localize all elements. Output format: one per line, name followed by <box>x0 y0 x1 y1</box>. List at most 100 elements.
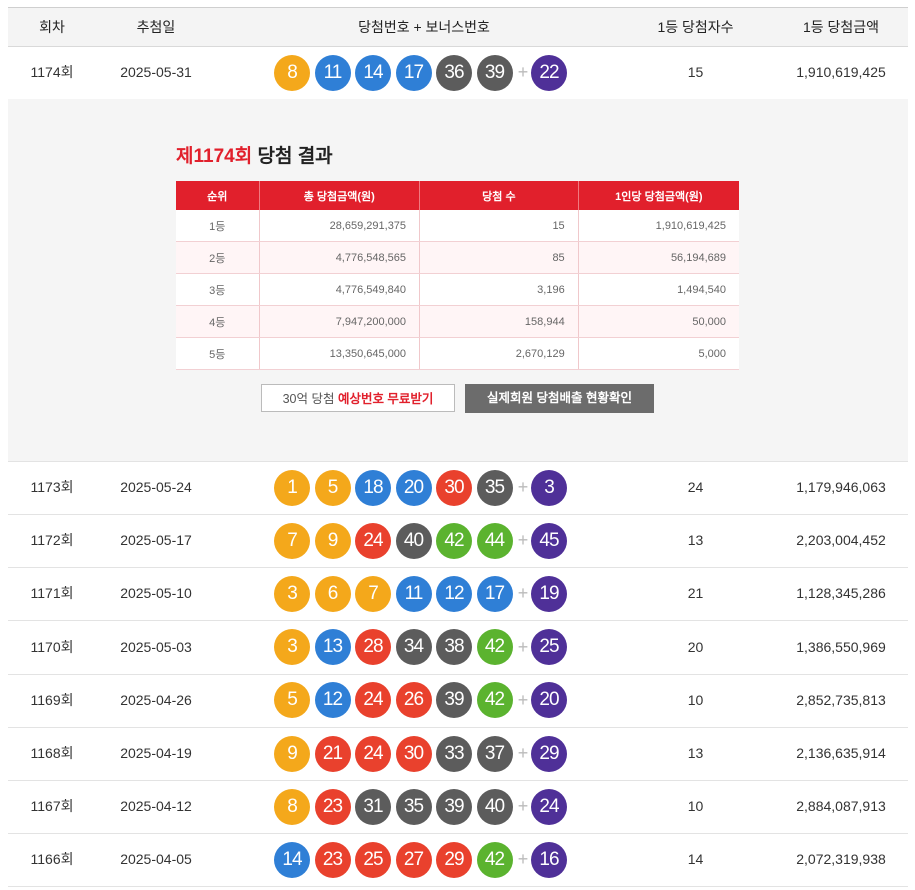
number-ball: 17 <box>395 54 432 91</box>
first-prize-winners: 14 <box>687 851 704 868</box>
first-prize-winners: 10 <box>687 798 704 815</box>
result-row[interactable]: 1167회 2025-04-12 8 23 31 35 39 40 +24 10 2,884,087… <box>8 780 908 835</box>
header-winners: 1등 당첨자수 <box>657 19 734 35</box>
rank-cell: 4등 <box>176 305 260 338</box>
number-ball: 44 <box>476 522 513 559</box>
draw-date: 2025-04-26 <box>120 691 192 708</box>
number-ball: 5 <box>314 469 351 506</box>
draw-date: 2025-05-17 <box>120 532 192 549</box>
number-ball: 40 <box>476 788 513 825</box>
number-ball: 25 <box>355 841 391 878</box>
first-prize-winners: 13 <box>687 745 704 761</box>
bonus-ball: 25 <box>531 629 567 666</box>
result-row[interactable]: 1173회 2025-05-24 1 5 18 20 30 35 +3 24 1,179,946,0… <box>8 461 908 515</box>
prize-breakdown-table: 순위 총 당첨금액(원) 당첨 수 1인당 당첨금액(원) 1등 28,659,… <box>176 181 739 370</box>
bonus-ball: 45 <box>531 522 567 559</box>
number-ball: 3 <box>274 629 310 666</box>
draw-date: 2025-04-19 <box>120 745 192 761</box>
plus-icon: + <box>517 530 529 551</box>
number-ball: 42 <box>476 841 513 878</box>
round-number: 1168회 <box>30 745 74 761</box>
plus-icon: + <box>517 62 529 82</box>
round-number: 1172회 <box>30 532 74 549</box>
number-ball: 35 <box>395 788 432 825</box>
number-ball: 20 <box>395 469 432 506</box>
number-ball: 9 <box>274 735 310 772</box>
predict-button-highlight: 예상번호 무료받기 <box>337 392 434 406</box>
first-prize-winners: 21 <box>687 585 704 602</box>
result-row[interactable]: 1169회 2025-04-26 5 12 24 26 39 42 +20 10 2,852,735… <box>8 674 908 728</box>
round-number: 1174회 <box>30 64 74 80</box>
round-number: 1171회 <box>30 585 74 602</box>
number-ball: 23 <box>314 841 351 878</box>
number-ball: 8 <box>274 54 310 91</box>
number-ball: 29 <box>436 841 472 878</box>
col-rank: 순위 <box>176 181 260 210</box>
header-numbers: 당첨번호 + 보너스번호 <box>358 19 490 35</box>
number-ball: 12 <box>314 682 351 719</box>
number-ball: 42 <box>476 682 513 719</box>
draw-date: 2025-05-10 <box>120 585 192 602</box>
winning-numbers: 3 13 28 34 38 42 +25 <box>274 629 572 666</box>
result-row[interactable]: 1168회 2025-04-19 9 21 24 30 33 37 +29 13 2,136,635… <box>8 727 908 781</box>
first-prize-amount: 2,136,635,914 <box>796 745 886 761</box>
number-ball: 14 <box>355 54 391 91</box>
result-row[interactable]: 1171회 2025-05-10 3 6 7 11 12 17 +19 21 1,128,345,2… <box>8 567 908 622</box>
bonus-ball: 19 <box>531 575 567 612</box>
table-row: 3등 4,776,549,840 3,196 1,494,540 <box>176 273 739 306</box>
result-row[interactable]: 1166회 2025-04-05 14 23 25 27 29 42 +16 14 2,072,31… <box>8 833 908 888</box>
first-prize-amount: 2,884,087,913 <box>796 798 886 815</box>
result-row[interactable]: 1170회 2025-05-03 3 13 28 34 38 42 +25 20 1,386,550… <box>8 621 908 675</box>
first-prize-winners: 13 <box>687 532 704 549</box>
first-prize-amount: 2,072,319,938 <box>796 851 886 868</box>
bonus-ball: 24 <box>531 788 567 825</box>
number-ball: 8 <box>274 788 310 825</box>
winning-numbers: 14 23 25 27 29 42 +16 <box>274 841 572 878</box>
rank-cell: 2등 <box>176 241 260 274</box>
number-ball: 11 <box>314 54 351 91</box>
round-number: 1169회 <box>30 691 74 708</box>
detail-title: 제1174회 당첨 결과 <box>176 141 333 168</box>
total-cell: 7,947,200,000 <box>259 305 421 338</box>
round-number: 1173회 <box>30 479 74 495</box>
number-ball: 26 <box>395 682 432 719</box>
number-ball: 39 <box>436 788 472 825</box>
number-ball: 24 <box>355 682 391 719</box>
table-row: 4등 7,947,200,000 158,944 50,000 <box>176 305 739 338</box>
table-row: 1등 28,659,291,375 15 1,910,619,425 <box>176 210 739 242</box>
count-cell: 158,944 <box>419 305 579 338</box>
draw-date: 2025-04-12 <box>120 798 192 815</box>
number-ball: 39 <box>436 682 472 719</box>
number-ball: 27 <box>395 841 432 878</box>
count-cell: 2,670,129 <box>419 337 579 370</box>
number-ball: 9 <box>314 522 351 559</box>
number-ball: 36 <box>436 54 472 91</box>
count-cell: 15 <box>419 210 579 242</box>
member-wins-button[interactable]: 실제회원 당첨배출 현황확인 <box>465 384 654 413</box>
number-ball: 30 <box>395 735 432 772</box>
first-prize-winners: 20 <box>687 638 704 655</box>
plus-icon: + <box>517 636 529 657</box>
number-ball: 24 <box>355 735 391 772</box>
predict-button-text: 30억 당첨 <box>282 392 338 406</box>
total-cell: 28,659,291,375 <box>259 210 421 242</box>
number-ball: 37 <box>476 735 513 772</box>
result-row[interactable]: 1172회 2025-05-17 7 9 24 40 42 44 +45 13 2,203,004,… <box>8 514 908 569</box>
first-prize-amount: 1,179,946,063 <box>796 479 886 495</box>
plus-icon: + <box>517 583 529 604</box>
predict-numbers-button[interactable]: 30억 당첨 예상번호 무료받기 <box>261 384 455 412</box>
number-ball: 28 <box>355 629 391 666</box>
plus-icon: + <box>517 849 529 870</box>
rank-cell: 1등 <box>176 210 260 242</box>
plus-icon: + <box>517 477 529 497</box>
table-header: 회차 추첨일 당첨번호 + 보너스번호 1등 당첨자수 1등 당첨금액 <box>8 7 908 47</box>
draw-date: 2025-05-03 <box>120 638 192 655</box>
rank-cell: 3등 <box>176 273 260 306</box>
count-cell: 3,196 <box>419 273 579 306</box>
first-prize-winners: 10 <box>687 691 704 708</box>
result-row-1174[interactable]: 1174회 2025-05-31 8 11 14 17 36 39 + 22 1… <box>8 46 908 100</box>
number-ball: 3 <box>274 575 310 612</box>
plus-icon: + <box>517 743 529 763</box>
first-prize-amount: 1,128,345,286 <box>796 585 886 602</box>
count-cell: 85 <box>419 241 579 274</box>
